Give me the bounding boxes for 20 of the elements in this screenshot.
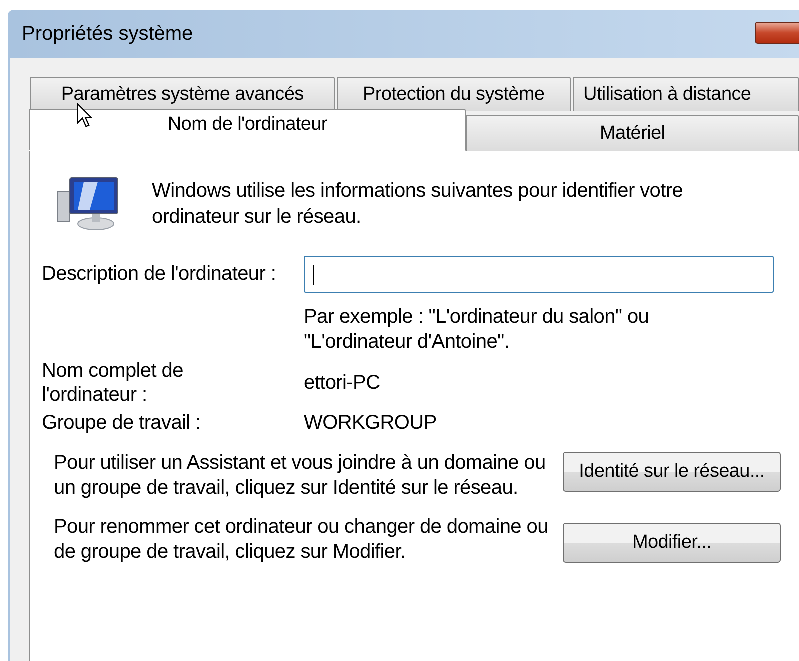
field-label: Description de l'ordinateur : — [42, 263, 278, 286]
field-label: Nom complet de l'ordinateur : — [42, 359, 184, 407]
field-label: Groupe de travail : — [42, 411, 202, 435]
field-value: WORKGROUP — [304, 412, 437, 434]
close-button[interactable] — [755, 22, 799, 44]
action-button[interactable]: Modifier... — [563, 523, 781, 563]
intro-text: Windows utilise les informations suivantes pour identifier votre ordinateur sur le réseau. — [152, 179, 684, 230]
instruction-text: Pour utiliser un Assistant et vous joindre à un domaine ou un groupe de travail, cliquez sur Identité sur le réseau. — [54, 451, 547, 501]
tab[interactable]: Utilisation à distance — [572, 77, 799, 111]
tab[interactable]: Matériel — [466, 115, 799, 151]
instruction-text: Pour renommer cet ordinateur ou changer de domaine ou de groupe de travail, cliquez sur Modifier. — [54, 515, 550, 565]
hint-text: Par exemple : "L'ordinateur du salon" ou "L'ordinateur d'Antoine". — [304, 305, 650, 355]
tab[interactable]: Nom de l'ordinateur — [29, 109, 466, 151]
field-value: ettori-PC — [304, 372, 380, 394]
window-title: Propriétés système — [22, 22, 194, 46]
action-button[interactable]: Identité sur le réseau... — [563, 452, 781, 492]
tab[interactable]: Protection du système — [337, 77, 571, 111]
tab[interactable]: Paramètres système avancés — [30, 77, 336, 111]
cursor-icon — [76, 103, 94, 129]
description-field[interactable] — [304, 256, 774, 293]
